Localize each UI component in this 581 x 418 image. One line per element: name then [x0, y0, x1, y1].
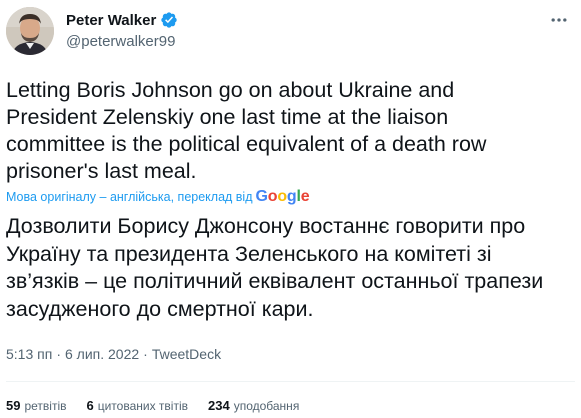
tweet-stats: 59 ретвітів 6 цитованих твітів 234 уподо… — [6, 396, 319, 414]
retweets-label: ретвітів — [24, 398, 67, 413]
more-horizontal-icon — [549, 10, 569, 35]
more-options-button[interactable] — [545, 10, 573, 34]
tweet-header: Peter Walker @peterwalker99 — [6, 7, 575, 57]
tweet-card: Peter Walker @peterwalker99 Letting Bori… — [0, 0, 581, 418]
divider — [6, 381, 575, 382]
avatar[interactable] — [6, 7, 54, 55]
likes-count: 234 — [208, 397, 230, 413]
translation-notice-text: Мова оригіналу – англійська, переклад ві… — [6, 190, 253, 204]
quotes-stat[interactable]: 6 цитованих твітів — [87, 398, 189, 413]
meta-separator: · — [56, 346, 61, 362]
author-handle[interactable]: @peterwalker99 — [66, 33, 178, 50]
tweet-source[interactable]: TweetDeck — [152, 346, 221, 362]
meta-separator: · — [143, 346, 148, 362]
likes-stat[interactable]: 234 уподобання — [208, 398, 299, 413]
retweets-stat[interactable]: 59 ретвітів — [6, 398, 67, 413]
author-display-name[interactable]: Peter Walker — [66, 12, 156, 29]
retweets-count: 59 — [6, 397, 21, 413]
quotes-label: цитованих твітів — [97, 398, 188, 413]
verified-badge-icon — [160, 11, 178, 29]
google-logo: Google — [255, 188, 310, 205]
translation-notice[interactable]: Мова оригіналу – англійська, переклад ві… — [6, 188, 310, 206]
tweet-date[interactable]: 6 лип. 2022 — [65, 346, 139, 362]
translated-tweet-text: Дозволити Борису Джонсону востаннє говор… — [6, 214, 544, 321]
tweet-time[interactable]: 5:13 пп — [6, 346, 52, 362]
likes-label: уподобання — [233, 398, 300, 413]
tweet-text: Letting Boris Johnson go on about Ukrain… — [6, 78, 487, 183]
tweet-meta: 5:13 пп · 6 лип. 2022 · TweetDeck — [6, 344, 221, 364]
author-names: Peter Walker @peterwalker99 — [66, 10, 178, 50]
quotes-count: 6 — [86, 397, 94, 413]
